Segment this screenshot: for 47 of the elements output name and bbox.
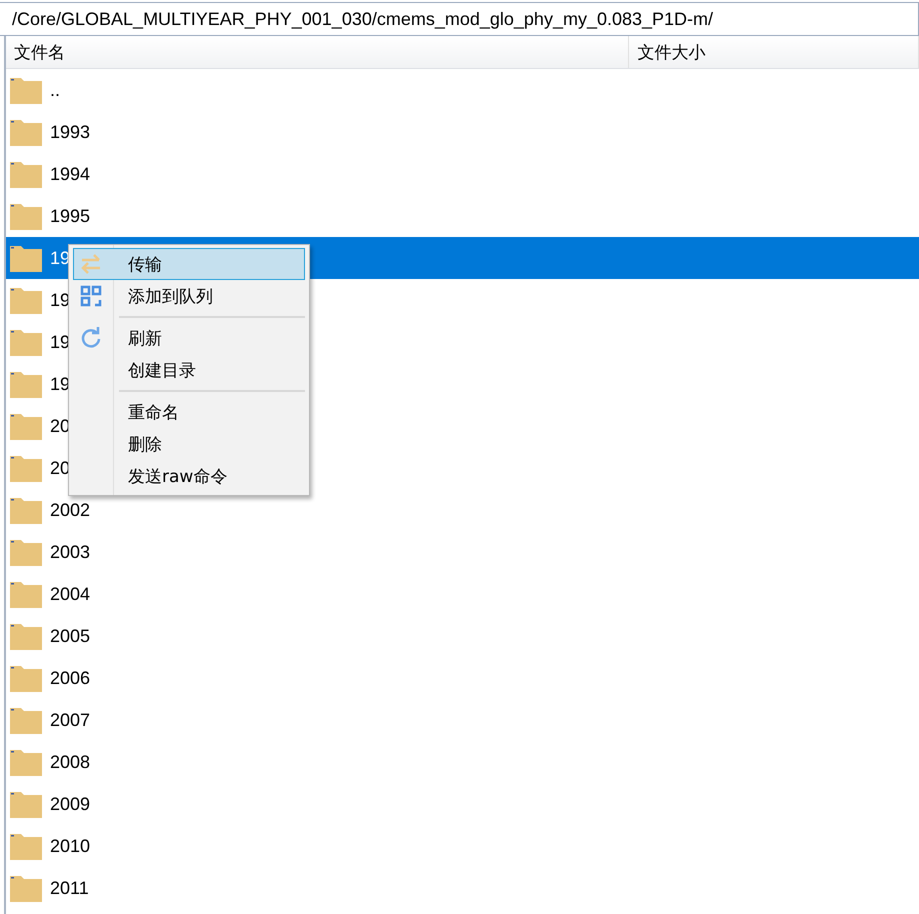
- path-field[interactable]: /Core/GLOBAL_MULTIYEAR_PHY_001_030/cmems_mod_glo_phy_my_0.083_P1D-m/: [0, 2, 919, 36]
- folder-icon: [10, 748, 42, 776]
- swap-arrows-icon: [80, 253, 102, 275]
- folder-icon: [10, 832, 42, 860]
- file-name[interactable]: 1995: [50, 206, 90, 226]
- folder-icon: [10, 76, 42, 104]
- folder-icon: [10, 790, 42, 818]
- folder-icon: [10, 664, 42, 692]
- menu-item[interactable]: 发送raw命令: [73, 460, 305, 492]
- folder-icon: [10, 244, 42, 272]
- file-name[interactable]: ..: [50, 80, 60, 100]
- menu-item[interactable]: 传输: [73, 248, 305, 280]
- folder-icon: [10, 328, 42, 356]
- folder-icon: [10, 538, 42, 566]
- folder-icon: [10, 286, 42, 314]
- file-name[interactable]: 2002: [50, 500, 90, 520]
- folder-icon: [10, 160, 42, 188]
- folder-icon: [10, 202, 42, 230]
- folder-icon: [10, 118, 42, 146]
- folder-icon: [10, 874, 42, 902]
- folder-icon: [10, 370, 42, 398]
- column-header[interactable]: 文件名: [6, 36, 630, 68]
- folder-icon: [10, 454, 42, 482]
- folder-icon: [10, 706, 42, 734]
- file-name[interactable]: 1994: [50, 164, 90, 184]
- menu-item[interactable]: 添加到队列: [73, 280, 305, 312]
- file-name[interactable]: 2004: [50, 584, 90, 604]
- folder-icon: [10, 496, 42, 524]
- menu-item[interactable]: 创建目录: [73, 354, 305, 386]
- file-name[interactable]: 2008: [50, 752, 90, 772]
- refresh-icon: [80, 327, 102, 349]
- menu-item[interactable]: 删除: [73, 428, 305, 460]
- column-header[interactable]: 文件大小: [629, 36, 919, 68]
- file-name[interactable]: 2006: [50, 668, 90, 688]
- queue-icon: [80, 285, 102, 307]
- menu-item[interactable]: 重命名: [73, 396, 305, 428]
- file-name[interactable]: 2003: [50, 542, 90, 562]
- file-name[interactable]: 2005: [50, 626, 90, 646]
- folder-icon: [10, 622, 42, 650]
- menu-item[interactable]: 刷新: [73, 322, 305, 354]
- file-name[interactable]: 2009: [50, 794, 90, 814]
- file-name[interactable]: 2010: [50, 836, 90, 856]
- folder-icon: [10, 580, 42, 608]
- folder-icon: [10, 412, 42, 440]
- file-name[interactable]: 2011: [50, 878, 89, 898]
- file-name[interactable]: 1993: [50, 122, 90, 142]
- file-name[interactable]: 2007: [50, 710, 90, 730]
